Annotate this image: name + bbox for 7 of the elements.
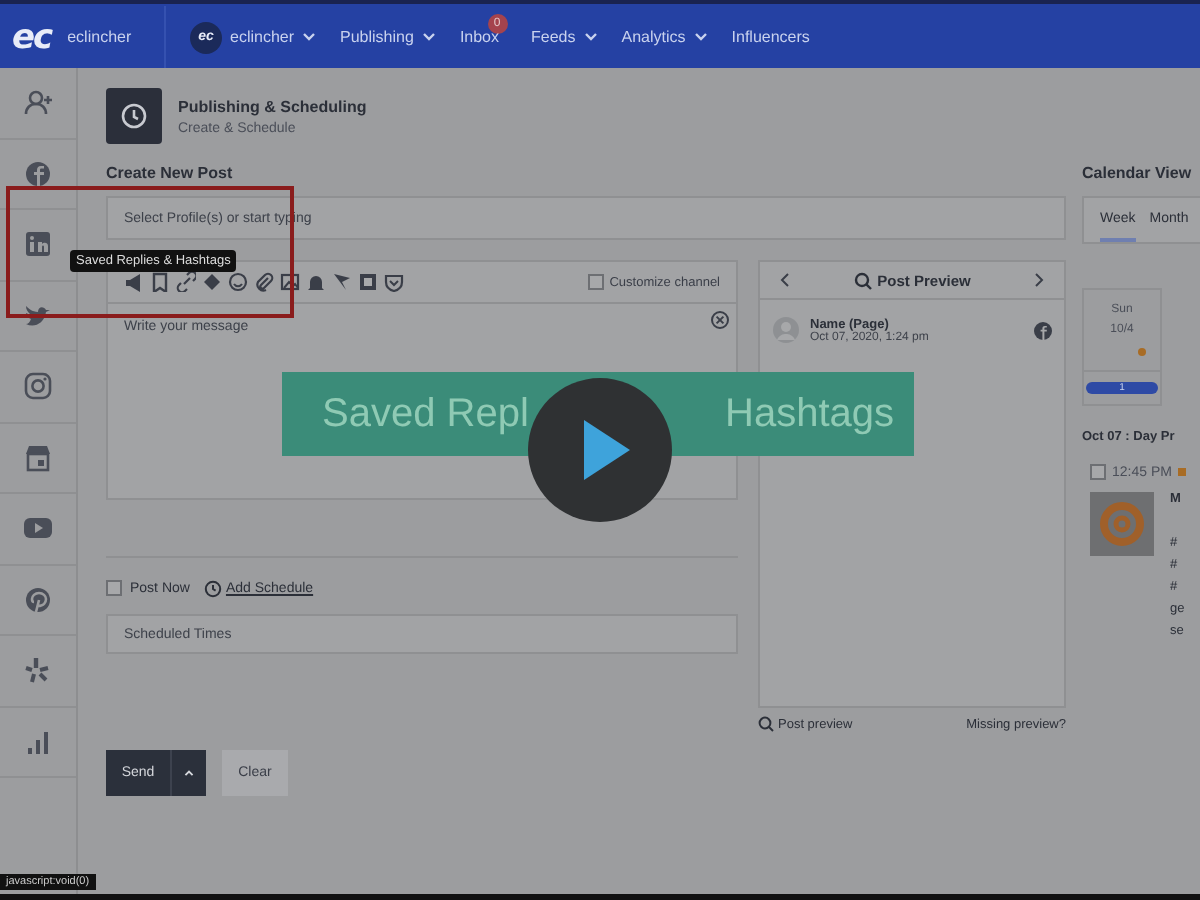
section-title: Create New Post bbox=[106, 162, 235, 186]
banner-text: Hashtags bbox=[725, 390, 894, 440]
brand-logo: ec bbox=[12, 17, 52, 57]
brand-name: eclincher bbox=[67, 28, 132, 46]
page-title: Publishing & Scheduling bbox=[178, 97, 367, 115]
section-title: Calendar View bbox=[1082, 162, 1194, 186]
banner-text: Saved Repl bbox=[322, 390, 529, 440]
